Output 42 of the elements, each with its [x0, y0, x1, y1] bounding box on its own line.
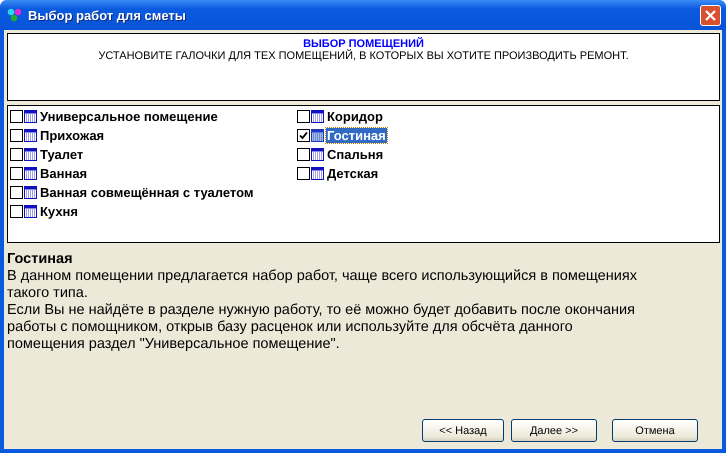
room-item[interactable]: Ванная совмещённая с туалетом: [39, 185, 254, 200]
back-button[interactable]: << Назад: [422, 419, 504, 442]
room-item[interactable]: Детская: [326, 166, 380, 181]
table-icon: [311, 110, 324, 123]
room-item[interactable]: Спальня: [326, 147, 384, 162]
close-button[interactable]: [700, 4, 721, 26]
checkbox[interactable]: [10, 110, 23, 123]
table-icon: [24, 205, 37, 218]
close-icon: [705, 10, 716, 20]
description-text: Если Вы не найдёте в разделе нужную работу, то её можно будет добавить после окончания работы с помощником, открыв базу расценок или используйте для обсчёта данного помещения раздел "Универсальное помещение".: [7, 302, 636, 353]
header-title: ВЫБОР ПОМЕЩЕНИЙ: [303, 38, 425, 50]
table-icon: [311, 148, 324, 161]
table-icon: [24, 148, 37, 161]
room-item[interactable]: Коридор: [326, 109, 384, 124]
next-button[interactable]: Далее >>: [511, 419, 597, 442]
checkbox[interactable]: [10, 167, 23, 180]
room-item[interactable]: Кухня: [39, 204, 79, 219]
table-icon: [311, 167, 324, 180]
room-item[interactable]: Прихожая: [39, 128, 106, 143]
room-item[interactable]: Гостиная: [326, 128, 387, 143]
table-icon: [24, 129, 37, 142]
checkbox[interactable]: [297, 167, 310, 180]
checkbox[interactable]: [10, 186, 23, 199]
description-text: В данном помещении предлагается набор работ, чаще всего использующийся в помещениях такого типа.: [7, 268, 638, 302]
table-icon: [24, 186, 37, 199]
table-icon: [311, 129, 324, 142]
checkbox[interactable]: [297, 148, 310, 161]
table-icon: [24, 110, 37, 123]
instruction-text: УСТАНОВИТЕ ГАЛОЧКИ ДЛЯ ТЕХ ПОМЕЩЕНИЙ, В КОТОРЫХ ВЫ ХОТИТЕ ПРОИЗВОДИТЬ РЕМОНТ.: [97, 50, 630, 62]
table-icon: [24, 167, 37, 180]
checkbox[interactable]: [297, 129, 310, 142]
checkbox[interactable]: [10, 148, 23, 161]
room-item[interactable]: Универсальное помещение: [39, 109, 219, 124]
balls-icon: [7, 7, 23, 23]
cancel-button[interactable]: Отмена: [612, 419, 698, 442]
checkbox[interactable]: [297, 110, 310, 123]
checkbox[interactable]: [10, 205, 23, 218]
window-title: Выбор работ для сметы: [28, 8, 187, 22]
room-item[interactable]: Туалет: [39, 147, 84, 162]
checkbox[interactable]: [10, 129, 23, 142]
description-title: Гостиная: [7, 251, 74, 268]
room-item[interactable]: Ванная: [39, 166, 88, 181]
